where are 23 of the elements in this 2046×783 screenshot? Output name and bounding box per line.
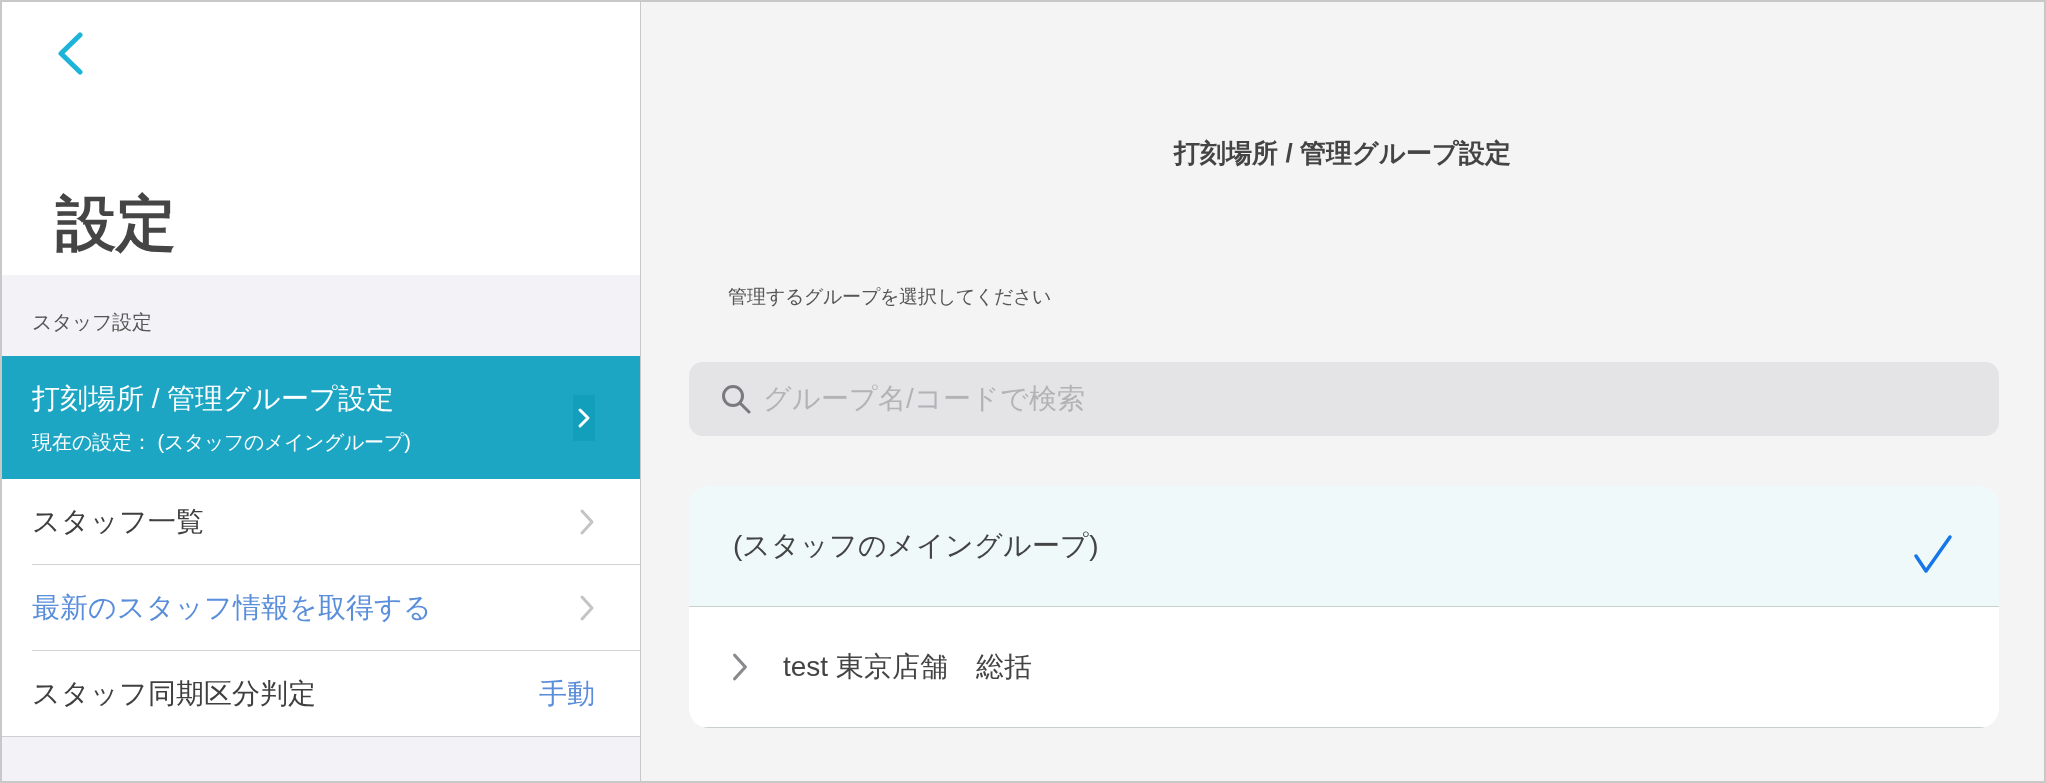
settings-list-item[interactable]: スタッフ一覧 — [2, 479, 640, 565]
chevron-right-icon — [579, 593, 595, 622]
item-label: スタッフ一覧 — [32, 504, 205, 539]
chevron-left-icon — [56, 32, 84, 75]
settings-list-item[interactable]: スタッフ同期区分判定 手動 — [2, 651, 640, 737]
search-icon — [721, 384, 751, 414]
item-value: 手動 — [539, 676, 595, 711]
chevron-right-icon — [573, 394, 595, 441]
section-header: スタッフ設定 — [32, 310, 152, 334]
group-name: (スタッフのメイングループ) — [733, 529, 1100, 563]
panel-title: 打刻場所 / 管理グループ設定 — [1172, 137, 1512, 169]
item-label: 最新のスタッフ情報を取得する — [32, 590, 433, 625]
back-button[interactable] — [56, 32, 84, 75]
item-detail: 現在の設定： (スタッフのメイングループ) — [32, 429, 412, 454]
page-title: 設定 — [56, 189, 176, 259]
checkmark-icon — [1913, 534, 1953, 574]
chevron-right-icon — [579, 507, 595, 536]
chevron-right-icon — [731, 652, 749, 682]
group-list-item[interactable]: (スタッフのメイングループ) — [689, 486, 1999, 607]
instruction-text: 管理するグループを選択してください — [728, 286, 1051, 308]
item-label: スタッフ同期区分判定 — [32, 676, 317, 711]
group-name: test 東京店舗 総括 — [783, 650, 1033, 684]
item-label: 打刻場所 / 管理グループ設定 — [32, 381, 396, 416]
